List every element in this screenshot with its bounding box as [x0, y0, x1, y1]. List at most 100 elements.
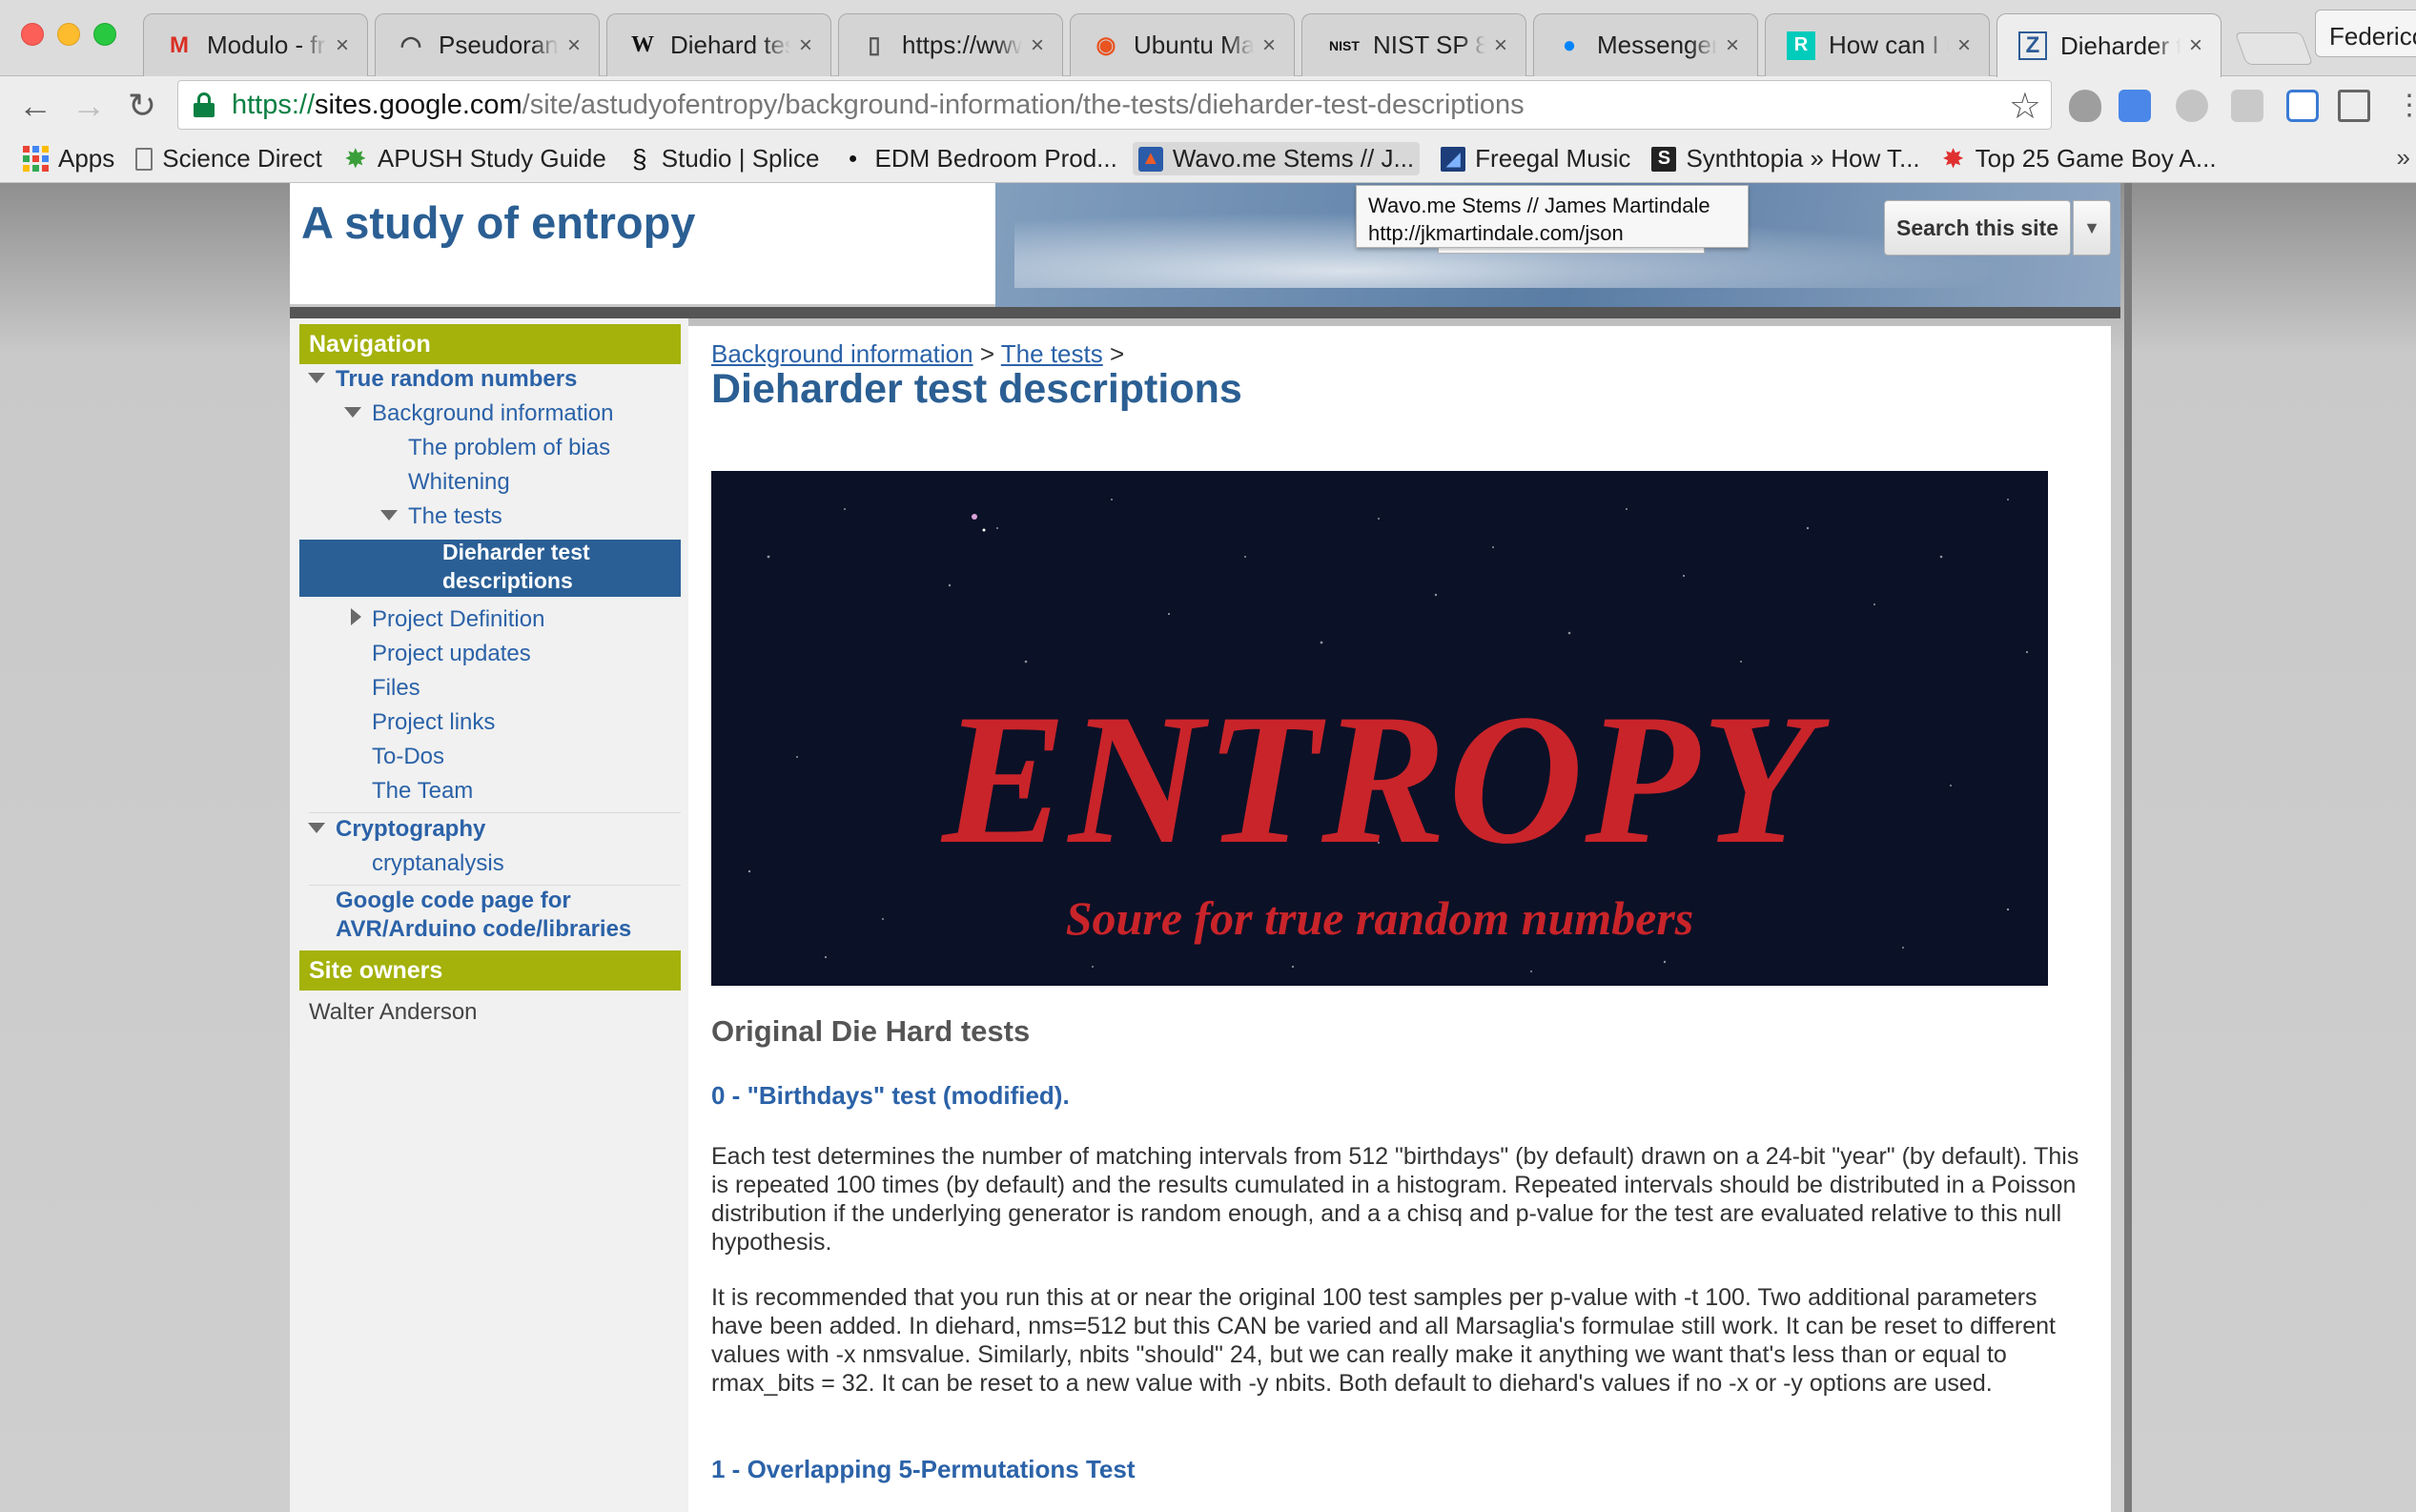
bookmark-label: Synthtopia » How T...: [1686, 144, 1920, 173]
breadcrumb-separator: >: [979, 339, 995, 368]
shield-extension-icon[interactable]: [2069, 90, 2101, 122]
site-owner-name: Walter Anderson: [309, 999, 478, 1025]
bookmark-star-icon[interactable]: ☆: [2009, 85, 2041, 128]
header-divider: [290, 307, 2120, 318]
nav-true-random-numbers[interactable]: True random numbers: [336, 366, 577, 393]
test-0-paragraph-2: It is recommended that you run this at o…: [711, 1284, 2056, 1397]
bookmark-apush[interactable]: ✸ APUSH Study Guide: [343, 144, 606, 174]
ubuntu-icon: ◉: [1095, 32, 1116, 58]
profile-button[interactable]: Federico: [2315, 10, 2416, 57]
tab-ubuntu-manual[interactable]: ◉ Ubuntu Man ×: [1070, 13, 1295, 76]
tab-close-icon[interactable]: ×: [331, 32, 354, 59]
breadcrumb-the-tests[interactable]: The tests: [1001, 339, 1103, 368]
section-heading: Original Die Hard tests: [711, 1014, 1031, 1048]
skype-extension-icon[interactable]: [2176, 90, 2208, 122]
gameboy-icon: ✸: [1941, 144, 1965, 174]
new-tab-button[interactable]: [2234, 32, 2314, 65]
bookmark-science-direct[interactable]: Science Direct: [135, 144, 322, 174]
tab-close-icon[interactable]: ×: [1721, 32, 1744, 59]
extension-icon[interactable]: [2231, 90, 2263, 122]
bookmark-wavo[interactable]: ▲ Wavo.me Stems // J...: [1132, 142, 1421, 175]
nav-project-updates[interactable]: Project updates: [372, 641, 531, 667]
nav-selected-line2: descriptions: [442, 568, 573, 593]
bookmarks-overflow-icon[interactable]: »: [2397, 143, 2410, 173]
tab-title: Dieharder te: [2060, 31, 2181, 60]
bookmark-gameboy[interactable]: ✸ Top 25 Game Boy A...: [1941, 144, 2217, 174]
nav-the-tests[interactable]: The tests: [408, 503, 502, 530]
nav-project-links[interactable]: Project links: [372, 709, 495, 736]
reload-icon[interactable]: ↻: [122, 86, 162, 126]
speedometer-icon: ◠: [399, 31, 422, 59]
translate-extension-icon[interactable]: [2119, 90, 2151, 122]
tab-title: How can I u: [1829, 31, 1949, 59]
tab-manager-extension-icon[interactable]: [2286, 90, 2319, 122]
nav-cryptography[interactable]: Cryptography: [336, 816, 485, 843]
bookmark-synthtopia[interactable]: S Synthtopia » How T...: [1651, 144, 1920, 174]
bookmark-splice[interactable]: § Studio | Splice: [627, 144, 820, 174]
tab-close-icon[interactable]: ×: [1026, 32, 1049, 59]
main-content: Background information > The tests > Die…: [688, 326, 2111, 1512]
expand-triangle-icon[interactable]: [344, 407, 361, 418]
bookmark-label: EDM Bedroom Prod...: [874, 144, 1117, 173]
bookmark-apps[interactable]: Apps: [23, 144, 114, 174]
nav-whitening[interactable]: Whitening: [408, 469, 510, 496]
page-title: Dieharder test descriptions: [711, 366, 1242, 412]
expand-triangle-icon[interactable]: [308, 373, 325, 383]
tab-close-icon[interactable]: ×: [1258, 32, 1280, 59]
site-title[interactable]: A study of entropy: [301, 196, 695, 249]
browser-toolbar: ← → ↻ https://sites.google.com/site/astu…: [0, 76, 2416, 135]
page-viewport: A study of entropy Search this site ▼ Wa…: [0, 183, 2416, 1512]
bookmark-label: Apps: [58, 144, 115, 173]
nav-google-code-line1[interactable]: Google code page for: [336, 888, 571, 914]
nav-separator: [309, 885, 681, 886]
back-arrow-icon[interactable]: ←: [15, 86, 55, 126]
tab-messenger[interactable]: ● Messenger ×: [1533, 13, 1758, 76]
search-dropdown-icon[interactable]: ▼: [2073, 200, 2111, 255]
bookmark-tooltip: Wavo.me Stems // James Martindale http:/…: [1356, 185, 1749, 248]
pinwheel-icon: ✸: [344, 144, 367, 174]
menu-dots-icon[interactable]: ⋮: [2389, 86, 2416, 126]
tab-diehard-wikipedia[interactable]: W Diehard test ×: [606, 13, 831, 76]
nav-problem-of-bias[interactable]: The problem of bias: [408, 435, 610, 461]
tab-researchgate[interactable]: R How can I u ×: [1765, 13, 1990, 76]
expand-triangle-icon[interactable]: [308, 823, 325, 833]
nav-files[interactable]: Files: [372, 675, 420, 702]
tab-close-icon[interactable]: ×: [1489, 32, 1512, 59]
nav-google-code-line2[interactable]: AVR/Arduino code/libraries: [336, 916, 631, 943]
tab-pseudorandom[interactable]: ◠ Pseudorand ×: [375, 13, 600, 76]
tab-close-icon[interactable]: ×: [1953, 32, 1976, 59]
tab-title: NIST SP 80: [1373, 31, 1485, 59]
nav-cryptanalysis[interactable]: cryptanalysis: [372, 850, 504, 877]
nav-selected-line1: Dieharder test: [442, 540, 590, 564]
page-edge-shadow: [2124, 183, 2132, 1512]
tab-close-icon[interactable]: ×: [563, 32, 585, 59]
window-maximize-button[interactable]: [93, 23, 116, 46]
bookmark-freegal[interactable]: ◢ Freegal Music: [1441, 144, 1630, 174]
tab-close-icon[interactable]: ×: [2184, 32, 2207, 59]
tooltip-title: Wavo.me Stems // James Martindale: [1368, 194, 1710, 217]
nav-the-team[interactable]: The Team: [372, 778, 473, 805]
breadcrumb-background-information[interactable]: Background information: [711, 339, 973, 368]
tab-close-icon[interactable]: ×: [794, 32, 817, 59]
tab-modulo[interactable]: M Modulo - fr ×: [143, 13, 368, 76]
tab-title: Messenger: [1597, 31, 1717, 59]
expand-triangle-icon[interactable]: [380, 510, 398, 521]
nav-todos[interactable]: To-Dos: [372, 744, 444, 770]
collapsed-triangle-icon[interactable]: [351, 608, 361, 625]
search-site-button[interactable]: Search this site: [1884, 200, 2071, 255]
bookmark-label: Top 25 Game Boy A...: [1975, 144, 2217, 173]
tab-https[interactable]: ▯ https://www ×: [838, 13, 1063, 76]
gmail-icon: M: [170, 31, 189, 58]
nav-project-definition[interactable]: Project Definition: [372, 606, 544, 633]
address-bar[interactable]: https://sites.google.com/site/astudyofen…: [177, 80, 2052, 130]
bookmark-edm[interactable]: ● EDM Bedroom Prod...: [841, 144, 1117, 174]
cast-icon[interactable]: [2338, 90, 2370, 122]
tab-nist[interactable]: NIST NIST SP 80 ×: [1301, 13, 1526, 76]
hero-entropy-word: ENTROPY: [942, 676, 1817, 883]
nav-dieharder-selected[interactable]: Dieharder test descriptions: [299, 540, 681, 597]
nav-background-information[interactable]: Background information: [372, 400, 613, 427]
window-minimize-button[interactable]: [57, 23, 80, 46]
tab-dieharder-active[interactable]: Z Dieharder te ×: [1996, 13, 2221, 77]
forward-arrow-icon[interactable]: →: [69, 86, 109, 126]
window-close-button[interactable]: [21, 23, 44, 46]
